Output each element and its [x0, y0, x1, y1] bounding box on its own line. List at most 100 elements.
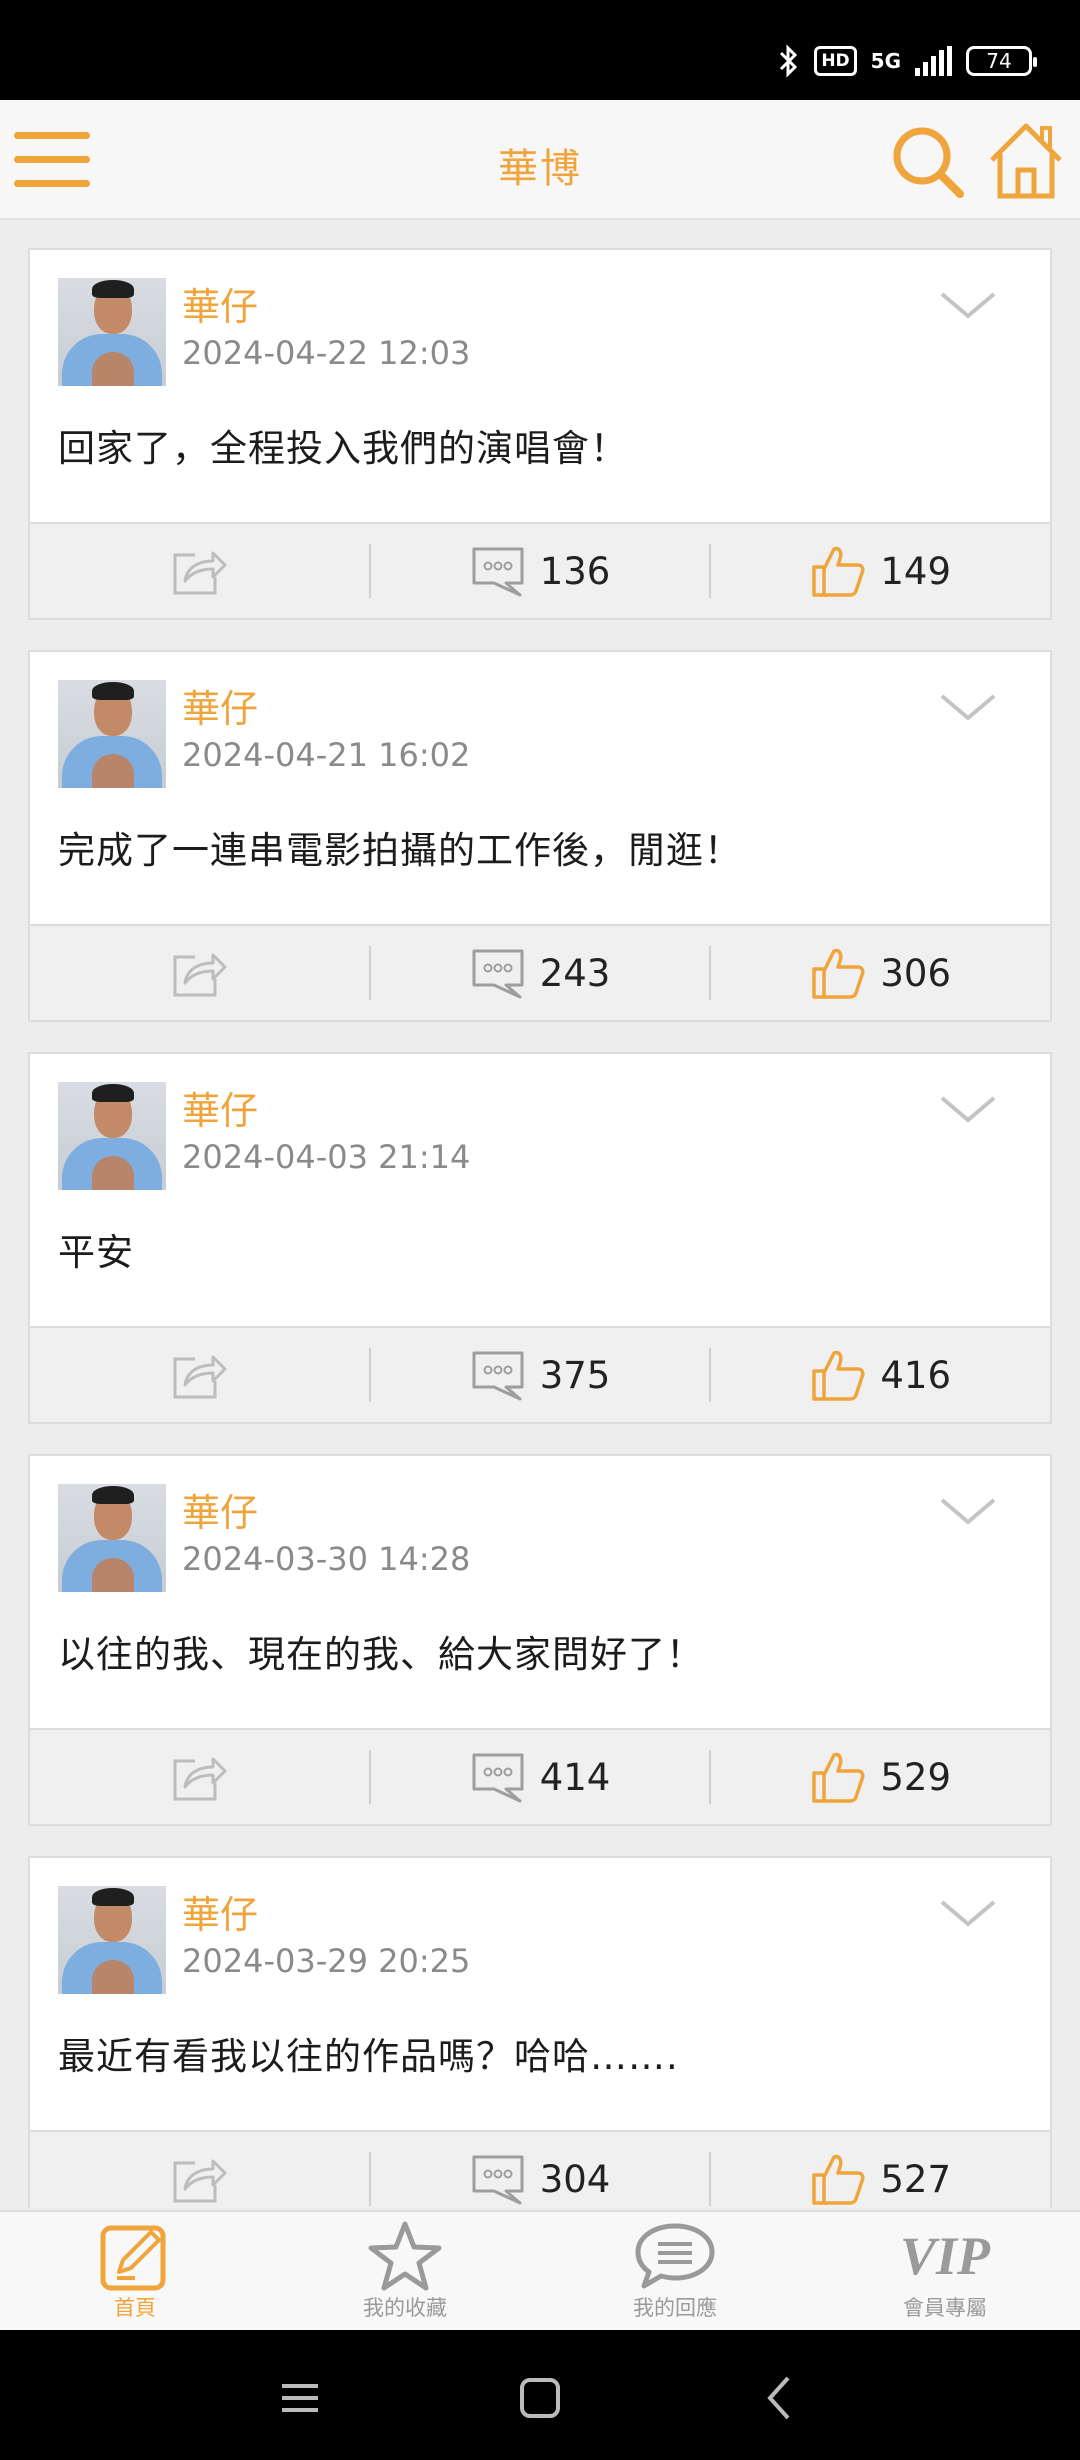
post-author[interactable]: 華仔 [182, 1482, 258, 1537]
comment-icon [472, 547, 524, 597]
post-actions: 304 527 [30, 2130, 1050, 2208]
comment-button[interactable]: 243 [371, 926, 710, 1020]
chevron-down-icon[interactable] [938, 1094, 998, 1126]
share-icon [173, 953, 227, 997]
home-nav-icon[interactable] [510, 2368, 570, 2428]
tab-vip[interactable]: VIP 會員專屬 [810, 2212, 1080, 2330]
svg-text:VIP: VIP [900, 2226, 991, 2286]
share-button[interactable] [30, 2132, 369, 2208]
comment-count: 136 [539, 549, 611, 593]
thumbs-up-icon [812, 2154, 865, 2205]
like-count: 416 [880, 1353, 951, 1397]
post-card: 華仔 2024-04-21 16:02 完成了一連串電影拍攝的工作後，閒逛！ 2… [28, 650, 1052, 1022]
battery-level: 74 [986, 49, 1012, 73]
like-button[interactable]: 416 [711, 1328, 1050, 1422]
post-time: 2024-04-22 12:03 [182, 334, 471, 372]
back-icon[interactable] [750, 2368, 810, 2428]
post-time: 2024-04-03 21:14 [182, 1138, 471, 1176]
comment-button[interactable]: 304 [371, 2132, 710, 2208]
comment-count: 243 [539, 951, 611, 995]
like-button[interactable]: 529 [711, 1730, 1050, 1824]
share-icon [173, 551, 227, 595]
recent-apps-icon[interactable] [270, 2368, 330, 2428]
post-actions: 375 416 [30, 1326, 1050, 1422]
tab-replies[interactable]: 我的回應 [540, 2212, 810, 2330]
comment-count: 414 [539, 1755, 611, 1799]
search-icon[interactable] [888, 122, 968, 202]
status-bar: HD 5G 74 [0, 0, 1080, 100]
post-body: 華仔 2024-04-22 12:03 回家了，全程投入我們的演唱會！ [30, 250, 1050, 522]
comment-button[interactable]: 414 [371, 1730, 710, 1824]
vip-icon: VIP [900, 2226, 991, 2286]
post-actions: 136 149 [30, 522, 1050, 618]
share-icon [173, 1757, 227, 1801]
post-body: 華仔 2024-03-30 14:28 以往的我、現在的我、給大家問好了！ [30, 1456, 1050, 1728]
post-time: 2024-03-30 14:28 [182, 1540, 471, 1578]
like-button[interactable]: 149 [711, 524, 1050, 618]
share-button[interactable] [30, 1730, 369, 1824]
home-icon[interactable] [986, 118, 1066, 202]
signal-icon [915, 46, 952, 76]
chevron-down-icon[interactable] [938, 1496, 998, 1528]
post-time: 2024-04-21 16:02 [182, 736, 471, 774]
tab-label: 我的收藏 [363, 2296, 447, 2320]
chevron-down-icon[interactable] [938, 1898, 998, 1930]
share-button[interactable] [30, 926, 369, 1020]
post-author[interactable]: 華仔 [182, 1884, 258, 1939]
post-author[interactable]: 華仔 [182, 1080, 258, 1135]
tab-home[interactable]: 首頁 [0, 2212, 270, 2330]
share-icon [173, 2159, 227, 2203]
avatar[interactable] [58, 680, 166, 788]
speech-bubble-icon [635, 2223, 715, 2289]
tab-label: 我的回應 [633, 2296, 717, 2320]
comment-count: 304 [539, 2157, 611, 2201]
avatar[interactable] [58, 1082, 166, 1190]
post-card: 華仔 2024-03-29 20:25 最近有看我以往的作品嗎？哈哈……. 30… [28, 1856, 1052, 2208]
like-count: 149 [880, 549, 951, 593]
thumbs-up-icon [812, 948, 865, 999]
comment-icon [472, 949, 524, 999]
avatar[interactable] [58, 278, 166, 386]
share-button[interactable] [30, 1328, 369, 1422]
comment-button[interactable]: 375 [371, 1328, 710, 1422]
network-type: 5G [870, 49, 901, 73]
avatar[interactable] [58, 1484, 166, 1592]
post-feed[interactable]: 華仔 2024-04-22 12:03 回家了，全程投入我們的演唱會！ 136 … [28, 248, 1052, 2208]
tab-favorites[interactable]: 我的收藏 [270, 2212, 540, 2330]
post-content: 最近有看我以往的作品嗎？哈哈……. [58, 2035, 679, 2078]
share-button[interactable] [30, 524, 369, 618]
comment-count: 375 [539, 1353, 611, 1397]
system-nav-bar [0, 2330, 1080, 2460]
share-icon [173, 1355, 227, 1399]
post-content: 完成了一連串電影拍攝的工作後，閒逛！ [58, 829, 742, 872]
post-author[interactable]: 華仔 [182, 678, 258, 733]
tab-label: 會員專屬 [903, 2296, 987, 2320]
tab-label: 首頁 [114, 2296, 156, 2320]
comment-icon [472, 1753, 524, 1803]
status-icons: HD 5G 74 [778, 44, 1037, 78]
chevron-down-icon[interactable] [938, 290, 998, 322]
avatar[interactable] [58, 1886, 166, 1994]
edit-icon [100, 2225, 166, 2291]
post-card: 華仔 2024-04-03 21:14 平安 375 416 [28, 1052, 1052, 1424]
post-actions: 414 529 [30, 1728, 1050, 1824]
chevron-down-icon[interactable] [938, 692, 998, 724]
comment-button[interactable]: 136 [371, 524, 710, 618]
post-content: 平安 [58, 1231, 134, 1274]
post-author[interactable]: 華仔 [182, 276, 258, 331]
post-card: 華仔 2024-04-22 12:03 回家了，全程投入我們的演唱會！ 136 … [28, 248, 1052, 620]
like-count: 529 [880, 1755, 951, 1799]
app-bar: 華博 [0, 100, 1080, 220]
star-icon [368, 2221, 442, 2291]
comment-icon [472, 2155, 524, 2205]
battery-icon: 74 [966, 46, 1037, 76]
post-actions: 243 306 [30, 924, 1050, 1020]
hd-badge: HD [814, 46, 857, 76]
post-card: 華仔 2024-03-30 14:28 以往的我、現在的我、給大家問好了！ 41… [28, 1454, 1052, 1826]
like-button[interactable]: 527 [711, 2132, 1050, 2208]
bottom-tab-bar: 首頁 我的收藏 我的回應 VIP 會員專屬 [0, 2210, 1080, 2330]
comment-icon [472, 1351, 524, 1401]
like-button[interactable]: 306 [711, 926, 1050, 1020]
bluetooth-icon [780, 44, 798, 78]
like-count: 306 [880, 951, 951, 995]
